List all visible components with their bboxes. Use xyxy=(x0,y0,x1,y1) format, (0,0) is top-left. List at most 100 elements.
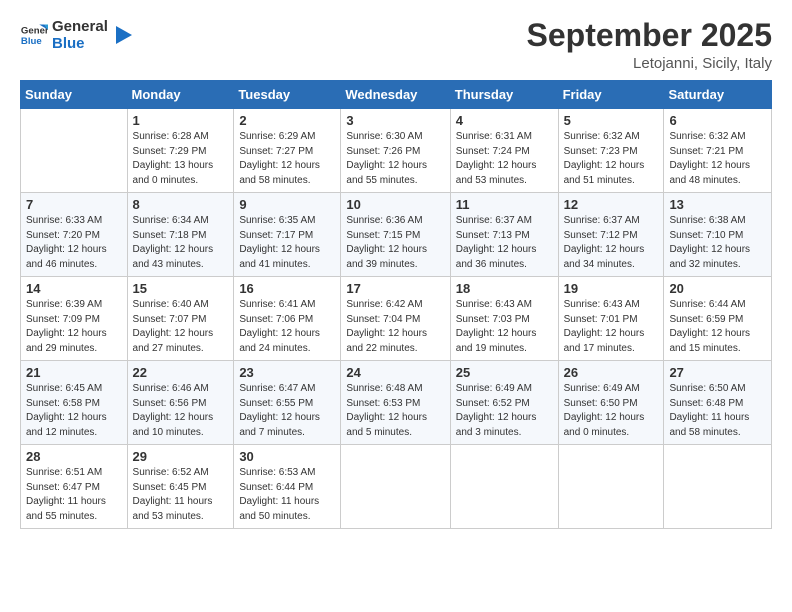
week-row-5: 28Sunrise: 6:51 AMSunset: 6:47 PMDayligh… xyxy=(21,445,772,529)
page: General Blue General Blue September 2025… xyxy=(0,0,792,612)
week-row-2: 7Sunrise: 6:33 AMSunset: 7:20 PMDaylight… xyxy=(21,193,772,277)
day-number: 20 xyxy=(669,281,766,296)
calendar-cell: 9 Sunrise: 6:35 AMSunset: 7:17 PMDaylight… xyxy=(234,193,341,277)
day-info: Sunrise: 6:33 AMSunset: 7:20 PMDaylight:… xyxy=(26,214,122,272)
calendar-cell: 3Sunrise: 6:30 AMSunset: 7:26 PMDaylight… xyxy=(341,109,450,193)
calendar-table: SundayMondayTuesdayWednesdayThursdayFrid… xyxy=(20,80,772,529)
day-info: Sunrise: 6:45 AMSunset: 6:58 PMDaylight:… xyxy=(26,382,122,440)
location-subtitle: Letojanni, Sicily, Italy xyxy=(527,55,772,72)
day-info: Sunrise: 6:38 AMSunset: 7:10 PMDaylight:… xyxy=(669,214,766,272)
day-number: 17 xyxy=(346,281,444,296)
calendar-cell: 21 Sunrise: 6:45 AMSunset: 6:58 PMDayligh… xyxy=(21,361,128,445)
day-info: Sunrise: 6:32 AMSunset: 7:23 PMDaylight:… xyxy=(564,130,659,188)
day-info: Sunrise: 6:34 AMSunset: 7:18 PMDaylight:… xyxy=(133,214,229,272)
calendar-cell: 20 Sunrise: 6:44 AMSunset: 6:59 PMDayligh… xyxy=(664,277,772,361)
calendar-cell xyxy=(341,445,450,529)
day-number: 9 xyxy=(239,197,335,212)
day-number: 21 xyxy=(26,365,122,380)
day-header-saturday: Saturday xyxy=(664,81,772,109)
week-row-1: 1 Sunrise: 6:28 AMSunset: 7:29 PMDaylight… xyxy=(21,109,772,193)
calendar-cell: 10 Sunrise: 6:36 AMSunset: 7:15 PMDayligh… xyxy=(341,193,450,277)
day-info: Sunrise: 6:32 AMSunset: 7:21 PMDaylight:… xyxy=(669,130,766,188)
calendar-cell: 15 Sunrise: 6:40 AMSunset: 7:07 PMDayligh… xyxy=(127,277,234,361)
day-info: Sunrise: 6:46 AMSunset: 6:56 PMDaylight:… xyxy=(133,382,229,440)
logo: General Blue General Blue xyxy=(20,18,134,53)
calendar-cell: 24Sunrise: 6:48 AMSunset: 6:53 PMDayligh… xyxy=(341,361,450,445)
day-number: 13 xyxy=(669,197,766,212)
day-number: 26 xyxy=(564,365,659,380)
calendar-cell xyxy=(664,445,772,529)
logo-general: General xyxy=(52,18,108,35)
day-number: 18 xyxy=(456,281,553,296)
day-number: 2 xyxy=(239,113,335,128)
day-info: Sunrise: 6:36 AMSunset: 7:15 PMDaylight:… xyxy=(346,214,444,272)
day-header-thursday: Thursday xyxy=(450,81,558,109)
day-info: Sunrise: 6:39 AMSunset: 7:09 PMDaylight:… xyxy=(26,298,122,356)
day-number: 1 xyxy=(133,113,229,128)
day-info: Sunrise: 6:47 AMSunset: 6:55 PMDaylight:… xyxy=(239,382,335,440)
calendar-cell: 12 Sunrise: 6:37 AMSunset: 7:12 PMDayligh… xyxy=(558,193,664,277)
calendar-cell: 17 Sunrise: 6:42 AMSunset: 7:04 PMDayligh… xyxy=(341,277,450,361)
calendar-cell: 26 Sunrise: 6:49 AMSunset: 6:50 PMDayligh… xyxy=(558,361,664,445)
day-info: Sunrise: 6:51 AMSunset: 6:47 PMDaylight:… xyxy=(26,466,122,524)
day-number: 22 xyxy=(133,365,229,380)
calendar-cell: 4Sunrise: 6:31 AMSunset: 7:24 PMDaylight… xyxy=(450,109,558,193)
calendar-cell: 25Sunrise: 6:49 AMSunset: 6:52 PMDayligh… xyxy=(450,361,558,445)
day-info: Sunrise: 6:43 AMSunset: 7:01 PMDaylight:… xyxy=(564,298,659,356)
day-info: Sunrise: 6:37 AMSunset: 7:12 PMDaylight:… xyxy=(564,214,659,272)
day-info: Sunrise: 6:49 AMSunset: 6:50 PMDaylight:… xyxy=(564,382,659,440)
day-info: Sunrise: 6:31 AMSunset: 7:24 PMDaylight:… xyxy=(456,130,553,188)
day-header-tuesday: Tuesday xyxy=(234,81,341,109)
day-header-sunday: Sunday xyxy=(21,81,128,109)
header: General Blue General Blue September 2025… xyxy=(20,18,772,72)
calendar-cell: 18 Sunrise: 6:43 AMSunset: 7:03 PMDayligh… xyxy=(450,277,558,361)
calendar-cell xyxy=(450,445,558,529)
calendar-cell: 8 Sunrise: 6:34 AMSunset: 7:18 PMDaylight… xyxy=(127,193,234,277)
calendar-header-row: SundayMondayTuesdayWednesdayThursdayFrid… xyxy=(21,81,772,109)
day-number: 30 xyxy=(239,449,335,464)
title-block: September 2025 Letojanni, Sicily, Italy xyxy=(527,18,772,72)
svg-text:Blue: Blue xyxy=(21,36,42,47)
day-number: 12 xyxy=(564,197,659,212)
day-info: Sunrise: 6:37 AMSunset: 7:13 PMDaylight:… xyxy=(456,214,553,272)
day-info: Sunrise: 6:52 AMSunset: 6:45 PMDaylight:… xyxy=(133,466,229,524)
day-header-wednesday: Wednesday xyxy=(341,81,450,109)
calendar-cell xyxy=(558,445,664,529)
calendar-cell: 19 Sunrise: 6:43 AMSunset: 7:01 PMDayligh… xyxy=(558,277,664,361)
day-number: 19 xyxy=(564,281,659,296)
calendar-cell: 7Sunrise: 6:33 AMSunset: 7:20 PMDaylight… xyxy=(21,193,128,277)
logo-arrow-icon xyxy=(112,24,134,46)
calendar-cell xyxy=(21,109,128,193)
day-number: 27 xyxy=(669,365,766,380)
day-info: Sunrise: 6:42 AMSunset: 7:04 PMDaylight:… xyxy=(346,298,444,356)
day-number: 11 xyxy=(456,197,553,212)
day-number: 14 xyxy=(26,281,122,296)
day-number: 6 xyxy=(669,113,766,128)
day-number: 16 xyxy=(239,281,335,296)
day-info: Sunrise: 6:44 AMSunset: 6:59 PMDaylight:… xyxy=(669,298,766,356)
day-info: Sunrise: 6:43 AMSunset: 7:03 PMDaylight:… xyxy=(456,298,553,356)
calendar-cell: 29 Sunrise: 6:52 AMSunset: 6:45 PMDayligh… xyxy=(127,445,234,529)
calendar-cell: 28Sunrise: 6:51 AMSunset: 6:47 PMDayligh… xyxy=(21,445,128,529)
day-info: Sunrise: 6:40 AMSunset: 7:07 PMDaylight:… xyxy=(133,298,229,356)
day-number: 23 xyxy=(239,365,335,380)
day-info: Sunrise: 6:50 AMSunset: 6:48 PMDaylight:… xyxy=(669,382,766,440)
day-info: Sunrise: 6:35 AMSunset: 7:17 PMDaylight:… xyxy=(239,214,335,272)
week-row-3: 14 Sunrise: 6:39 AMSunset: 7:09 PMDayligh… xyxy=(21,277,772,361)
day-number: 29 xyxy=(133,449,229,464)
calendar-cell: 22 Sunrise: 6:46 AMSunset: 6:56 PMDayligh… xyxy=(127,361,234,445)
day-info: Sunrise: 6:30 AMSunset: 7:26 PMDaylight:… xyxy=(346,130,444,188)
calendar-cell: 2 Sunrise: 6:29 AMSunset: 7:27 PMDaylight… xyxy=(234,109,341,193)
day-info: Sunrise: 6:48 AMSunset: 6:53 PMDaylight:… xyxy=(346,382,444,440)
calendar-cell: 27 Sunrise: 6:50 AMSunset: 6:48 PMDayligh… xyxy=(664,361,772,445)
day-header-friday: Friday xyxy=(558,81,664,109)
month-title: September 2025 xyxy=(527,18,772,53)
day-info: Sunrise: 6:29 AMSunset: 7:27 PMDaylight:… xyxy=(239,130,335,188)
day-number: 8 xyxy=(133,197,229,212)
calendar-cell: 11 Sunrise: 6:37 AMSunset: 7:13 PMDayligh… xyxy=(450,193,558,277)
day-number: 10 xyxy=(346,197,444,212)
calendar-cell: 16Sunrise: 6:41 AMSunset: 7:06 PMDayligh… xyxy=(234,277,341,361)
calendar-cell: 13 Sunrise: 6:38 AMSunset: 7:10 PMDayligh… xyxy=(664,193,772,277)
day-info: Sunrise: 6:28 AMSunset: 7:29 PMDaylight:… xyxy=(133,130,229,188)
day-number: 15 xyxy=(133,281,229,296)
